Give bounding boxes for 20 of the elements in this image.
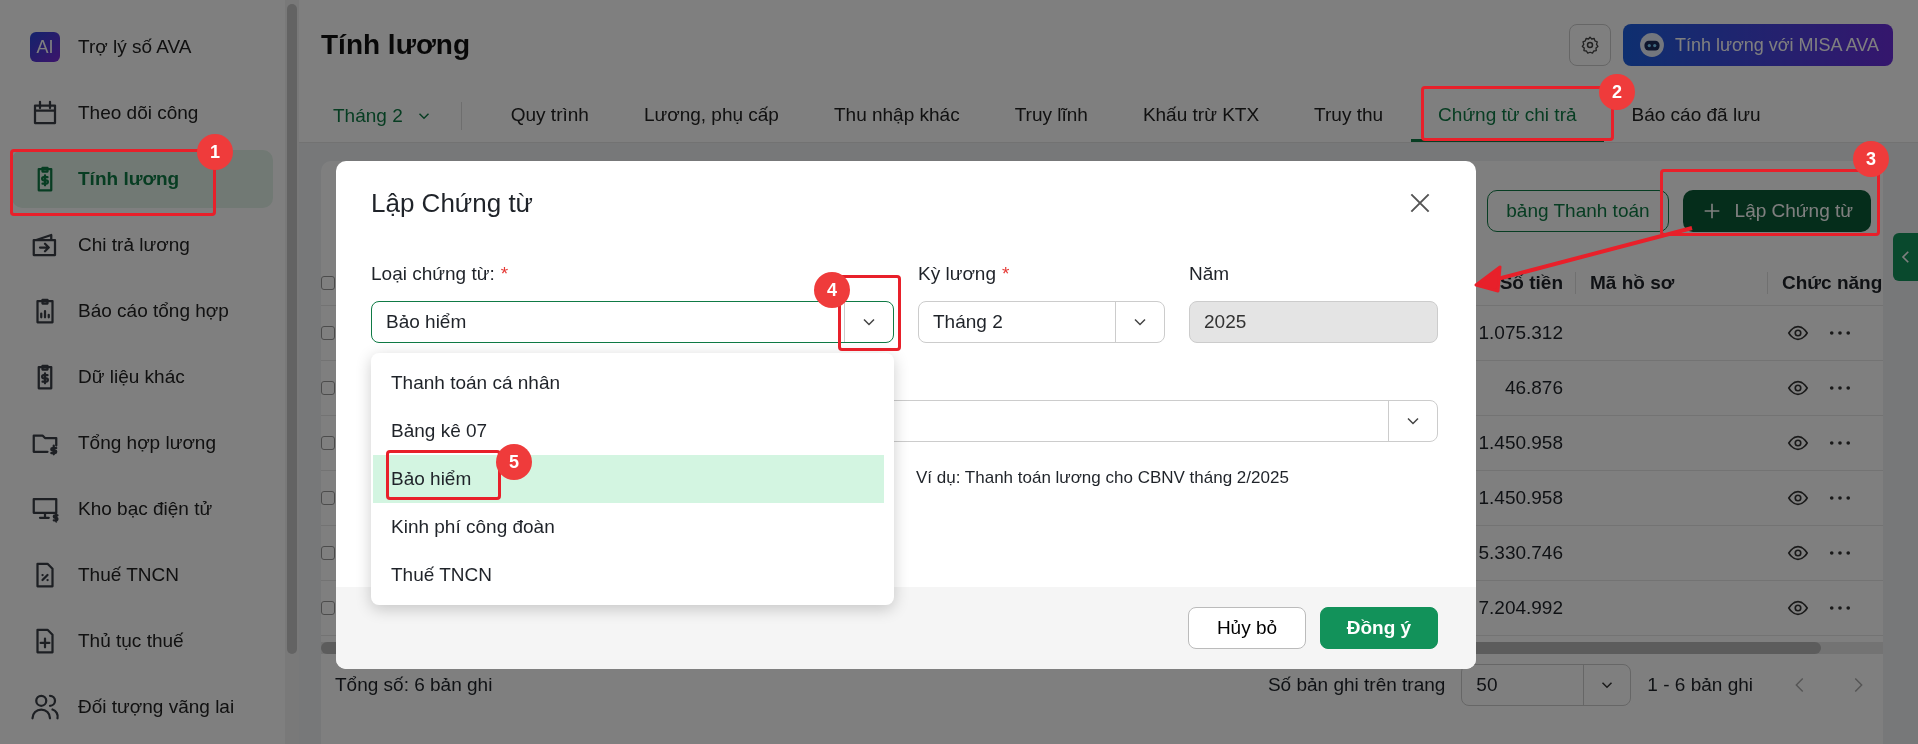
field-label: Loại chứng từ: <box>371 263 495 286</box>
page-title: Tính lương <box>321 29 471 61</box>
field-label: Năm <box>1189 263 1230 286</box>
table-cell-text: 7.204.992 <box>1477 597 1564 619</box>
table-cell-text: 1.450.958 <box>1477 487 1564 509</box>
hint-text: Ví dụ: Thanh toán lương cho CBNV tháng 2/2025 <box>916 468 1289 487</box>
required-mark: * <box>500 263 509 286</box>
field-label: Kỳ lương <box>918 263 996 286</box>
record-count: Tổng số: 6 bản ghi <box>335 674 493 696</box>
column-header: Chức năng <box>1767 272 1883 294</box>
table-cell-text: 5.330.746 <box>1477 542 1564 564</box>
page-range: 1 - 6 bản ghi <box>1647 674 1753 696</box>
table-cell-text: 1.450.958 <box>1477 432 1564 454</box>
table-cell-text: 1.075.312 <box>1477 322 1564 344</box>
page-size-label: Số bản ghi trên trang <box>1267 674 1446 696</box>
column-header: Mã hồ sơ <box>1575 272 1767 294</box>
table-cell-text: 46.876 <box>1503 377 1564 399</box>
required-mark: * <box>1002 263 1010 286</box>
ai-logo-icon: AI <box>30 32 60 62</box>
dialog-title: Lập Chứng từ <box>371 187 534 219</box>
